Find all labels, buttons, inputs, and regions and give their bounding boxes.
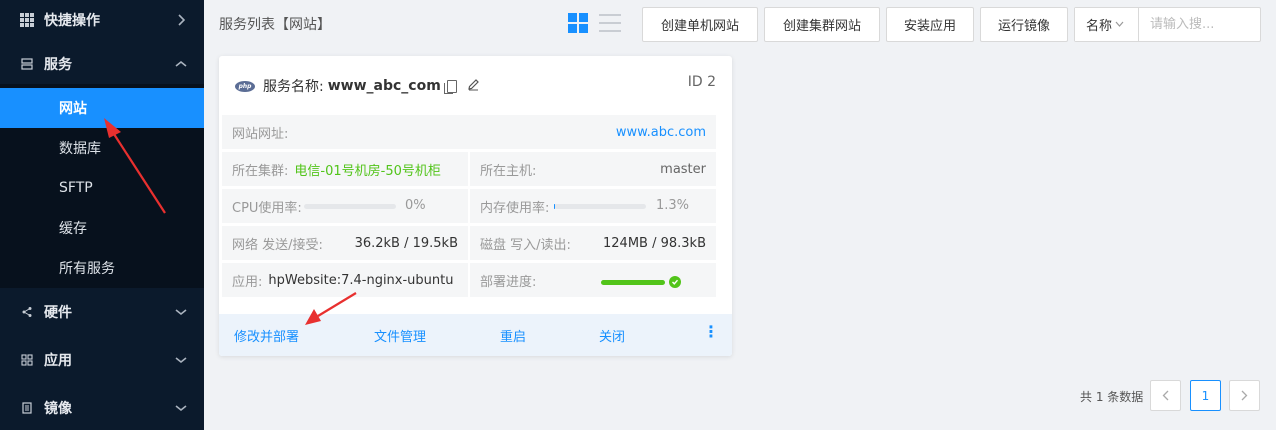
sidebar-item-cache[interactable]: 缓存	[0, 208, 204, 248]
info-row-io: 网络 发送/接受: 36.2kB / 19.5kB 磁盘 写入/读出: 124M…	[222, 226, 716, 260]
chevron-right-icon	[1241, 390, 1248, 401]
search-input[interactable]	[1140, 8, 1260, 41]
page-number[interactable]: 1	[1190, 380, 1221, 411]
list-view-icon[interactable]	[599, 14, 621, 32]
next-page-button[interactable]	[1229, 380, 1260, 411]
nav-images-label: 镜像	[44, 401, 72, 417]
memory-label: 内存使用率:	[480, 200, 550, 216]
network-cell: 网络 发送/接受: 36.2kB / 19.5kB	[222, 226, 468, 260]
site-url-link[interactable]: www.abc.com	[616, 125, 706, 140]
search-bar: 名称	[1074, 7, 1261, 42]
cluster-label: 所在集群:	[232, 163, 289, 179]
nav-hardware-label: 硬件	[44, 305, 72, 321]
site-url-label: 网站网址:	[232, 126, 289, 142]
chevron-down-icon	[1115, 19, 1124, 30]
sidebar-item-database[interactable]: 数据库	[0, 128, 204, 168]
info-row-url: 网站网址: www.abc.com	[222, 115, 716, 149]
copy-icon[interactable]	[443, 79, 457, 94]
cpu-usage-bar	[304, 204, 396, 209]
check-icon	[669, 276, 681, 288]
nav-services[interactable]: 服务	[0, 44, 204, 84]
memory-usage-bar	[554, 204, 646, 209]
app-label: 应用:	[232, 274, 263, 290]
site-url-cell: 网站网址: www.abc.com	[222, 115, 716, 149]
pagination-total: 共 1 条数据	[1080, 390, 1144, 404]
network-value: 36.2kB / 19.5kB	[354, 235, 458, 251]
file-manager-button[interactable]: 文件管理	[374, 326, 426, 345]
restart-button[interactable]: 重启	[500, 326, 526, 345]
share-icon	[20, 305, 34, 319]
cpu-value: 0%	[405, 198, 426, 213]
host-value: master	[660, 161, 706, 177]
search-field-label: 名称	[1086, 19, 1113, 34]
disk-value: 124MB / 98.3kB	[603, 235, 706, 251]
chevron-down-icon	[174, 401, 188, 415]
deploy-progress-fill	[601, 280, 665, 285]
install-app-button[interactable]: 安装应用	[886, 7, 974, 42]
chevron-left-icon	[1162, 390, 1169, 401]
service-card: php 服务名称: www_abc_com ID 2 网站网址: www.abc…	[219, 56, 732, 356]
nav-images[interactable]: 镜像	[0, 388, 204, 428]
sidebar-item-all-services[interactable]: 所有服务	[0, 248, 204, 288]
run-image-button[interactable]: 运行镜像	[980, 7, 1068, 42]
memory-cell: 内存使用率: 1.3%	[470, 189, 716, 223]
server-icon	[20, 57, 34, 71]
deploy-progress-bar	[601, 280, 665, 285]
create-single-site-button[interactable]: 创建单机网站	[642, 7, 758, 42]
nav-hardware[interactable]: 硬件	[0, 292, 204, 332]
service-name-label: 服务名称:	[263, 79, 324, 95]
network-label: 网络 发送/接受:	[232, 237, 323, 253]
cpu-label: CPU使用率:	[232, 200, 302, 216]
deploy-label: 部署进度:	[480, 274, 537, 290]
create-cluster-site-button[interactable]: 创建集群网站	[764, 7, 880, 42]
close-button[interactable]: 关闭	[599, 326, 625, 345]
service-id: ID 2	[687, 74, 716, 90]
prev-page-button[interactable]	[1150, 380, 1181, 411]
chevron-up-icon	[174, 57, 188, 71]
cpu-cell: CPU使用率: 0%	[222, 189, 468, 223]
card-header: php 服务名称: www_abc_com	[235, 76, 480, 96]
apps-icon	[20, 353, 34, 367]
info-row-usage: CPU使用率: 0% 内存使用率: 1.3%	[222, 189, 716, 223]
sidebar-item-website[interactable]: 网站	[0, 88, 204, 128]
chevron-down-icon	[174, 305, 188, 319]
app-cell: 应用: hpWebsite:7.4-nginx-ubuntu	[222, 263, 468, 297]
nav-services-label: 服务	[44, 57, 72, 73]
nav-apps-label: 应用	[44, 353, 72, 369]
disk-cell: 磁盘 写入/读出: 124MB / 98.3kB	[470, 226, 716, 260]
deploy-cell: 部署进度:	[470, 263, 716, 297]
chevron-down-icon	[174, 353, 188, 367]
php-logo-icon: php	[235, 80, 255, 92]
memory-value: 1.3%	[656, 198, 690, 213]
app-value: hpWebsite:7.4-nginx-ubuntu	[268, 272, 454, 288]
sidebar-item-sftp[interactable]: SFTP	[0, 168, 204, 208]
sidebar: 快捷操作 服务 网站 数据库 SFTP 缓存 所有服务 硬件 应用 镜像	[0, 0, 204, 430]
nav-quick-ops-label: 快捷操作	[44, 13, 100, 29]
host-cell: 所在主机: master	[470, 152, 716, 186]
edit-icon[interactable]	[467, 78, 480, 95]
grid-icon	[20, 13, 34, 27]
info-row-app: 应用: hpWebsite:7.4-nginx-ubuntu 部署进度:	[222, 263, 716, 297]
chevron-right-icon	[174, 13, 188, 27]
card-actions: 修改并部署 文件管理 重启 关闭 ⋮	[219, 314, 732, 356]
page-title: 服务列表【网站】	[219, 17, 331, 33]
memory-usage-fill	[554, 204, 556, 209]
host-label: 所在主机:	[480, 163, 537, 179]
nav-apps[interactable]: 应用	[0, 340, 204, 380]
more-icon[interactable]: ⋮	[703, 324, 719, 340]
modify-deploy-button[interactable]: 修改并部署	[234, 326, 299, 345]
nav-quick-ops[interactable]: 快捷操作	[0, 0, 204, 40]
image-file-icon	[20, 401, 34, 415]
info-row-location: 所在集群: 电信-01号机房-50号机柜 所在主机: master	[222, 152, 716, 186]
search-field-select[interactable]: 名称	[1075, 8, 1139, 41]
cluster-value: 电信-01号机房-50号机柜	[294, 163, 441, 179]
service-name: www_abc_com	[327, 78, 441, 94]
grid-view-icon[interactable]	[568, 13, 588, 33]
disk-label: 磁盘 写入/读出:	[480, 237, 571, 253]
cluster-cell: 所在集群: 电信-01号机房-50号机柜	[222, 152, 468, 186]
